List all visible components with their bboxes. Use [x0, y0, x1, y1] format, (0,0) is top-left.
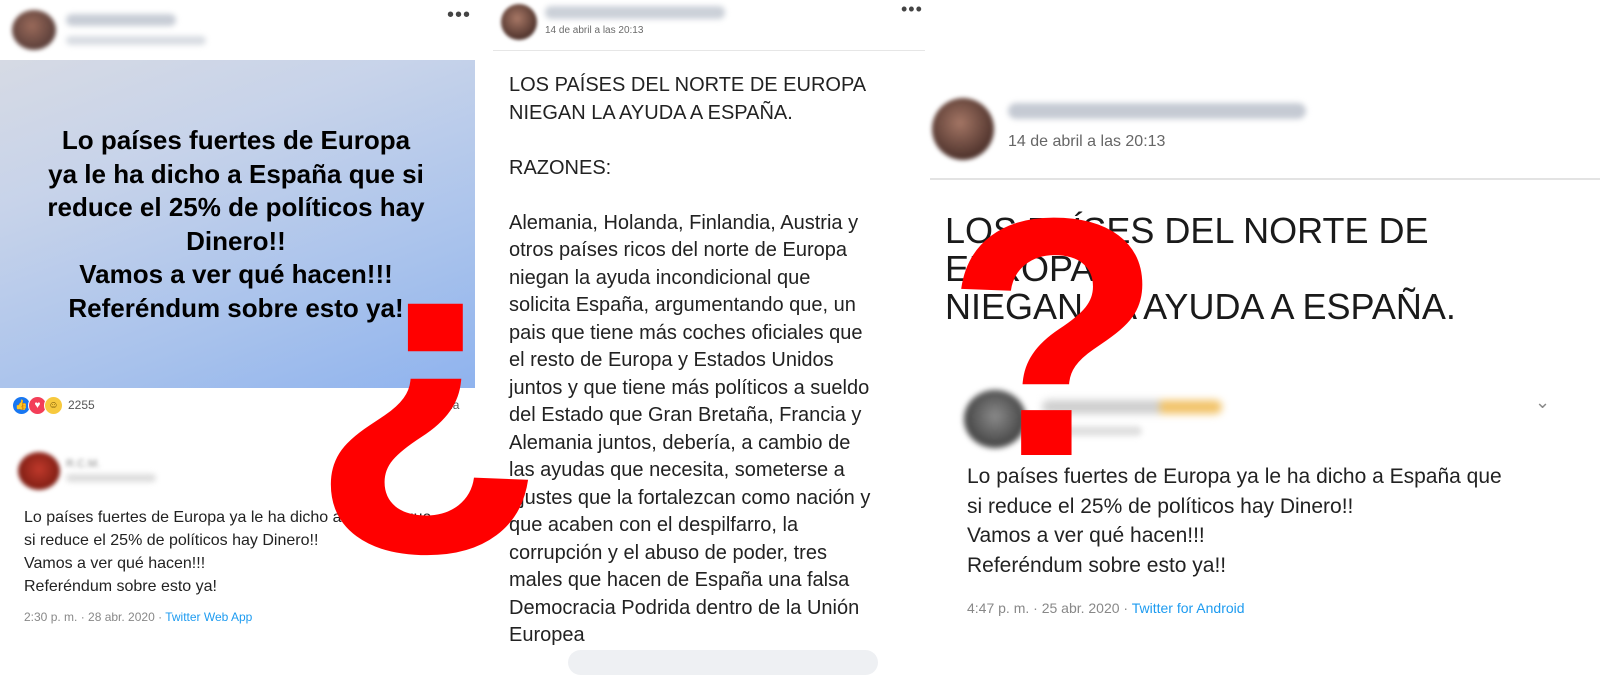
post-meta-blurred	[66, 36, 206, 45]
tweet-source-link[interactable]: Twitter for Android	[1132, 600, 1245, 616]
tweet-author-name[interactable]: R.C.M.	[66, 458, 100, 470]
author-name-blurred	[66, 14, 176, 26]
post-header: 14 de abril a las 20:13 •••	[493, 0, 925, 51]
post-header: •••	[0, 0, 475, 61]
post-date[interactable]: 14 de abril a las 20:13	[545, 25, 643, 36]
inverted-question-mark-overlay: ¿	[309, 169, 547, 571]
tweet-avatar[interactable]	[18, 452, 60, 490]
tweet-time[interactable]: 2:30 p. m. · 28 abr. 2020 ·	[24, 610, 165, 624]
author-avatar[interactable]	[12, 10, 56, 50]
tweet-handle-blurred	[66, 474, 156, 482]
reaction-count: 2255	[68, 398, 95, 412]
chevron-down-icon[interactable]: ⌄	[1535, 392, 1550, 413]
author-name-blurred	[1008, 103, 1306, 119]
comment-box[interactable]	[568, 650, 878, 675]
tweet-source-link[interactable]: Twitter Web App	[165, 610, 252, 624]
author-avatar[interactable]	[501, 4, 537, 40]
reactions-bar[interactable]: 👍 ♥ ☺ 2255	[12, 395, 95, 415]
tweet-meta: 4:47 p. m. · 25 abr. 2020 · Twitter for …	[967, 600, 1245, 616]
tweet-meta: 2:30 p. m. · 28 abr. 2020 · Twitter Web …	[24, 610, 252, 624]
facebook-long-post-panel: 14 de abril a las 20:13 ••• LOS PAÍSES D…	[493, 0, 925, 675]
more-horizontal-icon[interactable]: •••	[447, 5, 471, 25]
question-mark-overlay: ?	[944, 148, 1163, 528]
author-name-blurred	[545, 6, 725, 19]
tweet-time[interactable]: 4:47 p. m. · 25 abr. 2020 ·	[967, 600, 1132, 616]
haha-icon: ☺	[44, 395, 63, 415]
post-body: LOS PAÍSES DEL NORTE DE EUROPA NIEGAN LA…	[509, 74, 871, 646]
more-horizontal-icon[interactable]: •••	[901, 0, 923, 18]
